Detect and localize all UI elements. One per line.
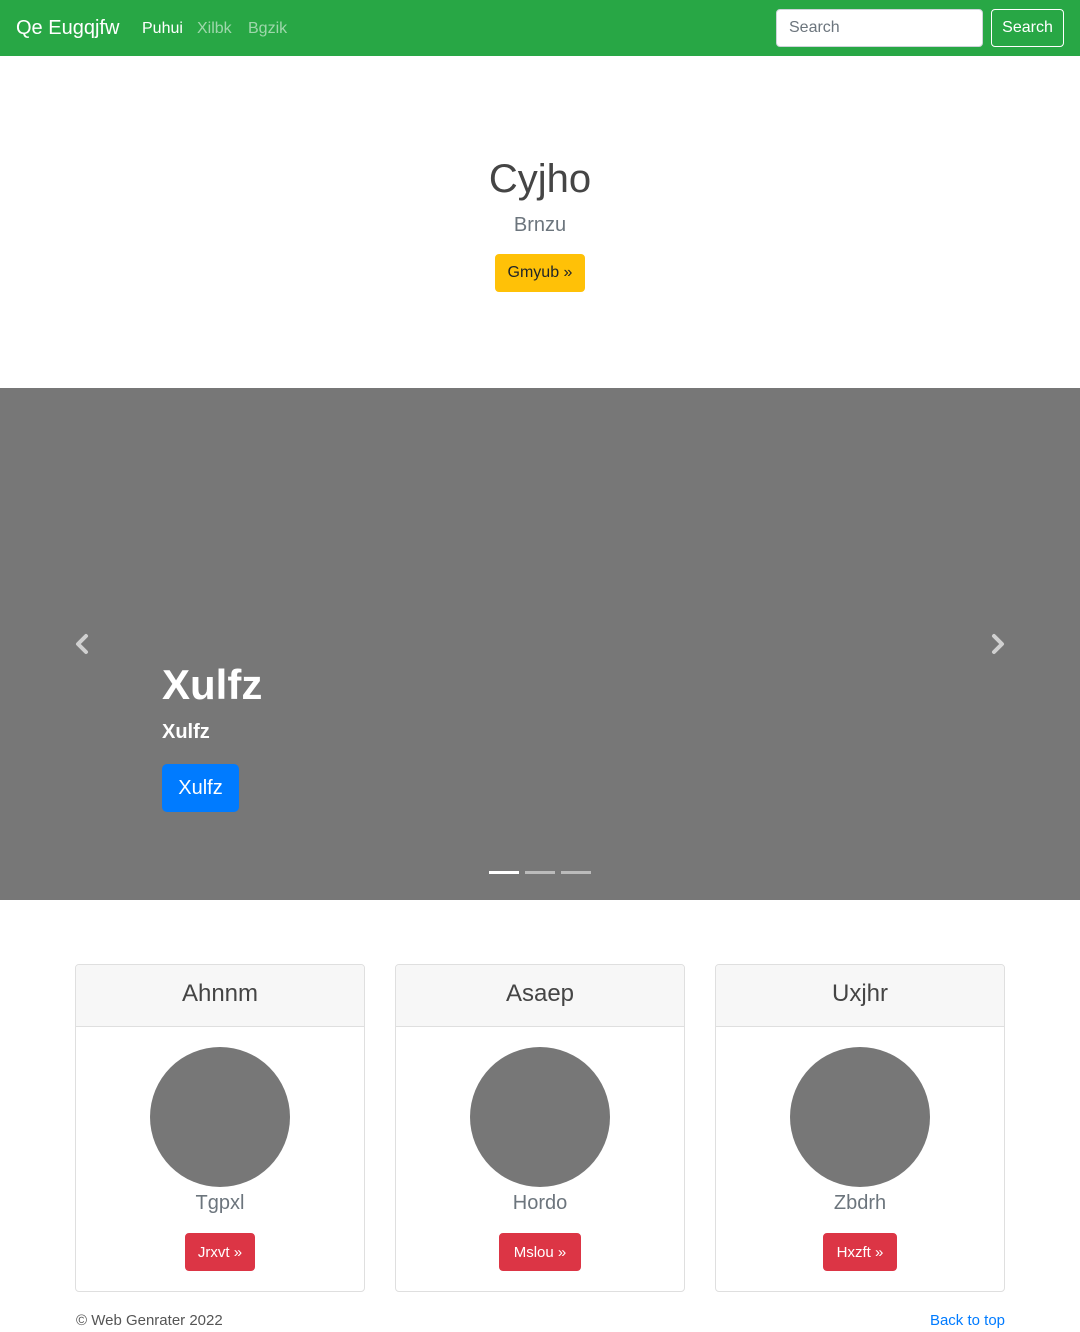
carousel-indicators: [489, 871, 592, 874]
jumbotron-title: Cyjho: [488, 157, 592, 201]
card-image-placeholder: [790, 1047, 930, 1187]
search-button[interactable]: Search: [991, 9, 1064, 47]
card-text: Zbdrh: [833, 1192, 887, 1214]
card-button[interactable]: Hxzft »: [823, 1233, 897, 1271]
chevron-right-icon: [992, 634, 1004, 654]
card-title: Uxjhr: [716, 965, 1004, 1027]
card-text: Tgpxl: [195, 1192, 245, 1214]
back-to-top-link[interactable]: Back to top: [925, 1311, 1005, 1331]
nav-link-xilbk[interactable]: Xilbk: [197, 19, 232, 39]
carousel-slide-title: Xulfz: [162, 661, 263, 708]
carousel-indicator-2[interactable]: [525, 871, 555, 874]
chevron-left-icon: [76, 634, 88, 654]
card-uxjhr: Uxjhr Zbdrh Hxzft »: [715, 964, 1005, 1292]
carousel-slide-subtitle: Xulfz: [162, 721, 210, 743]
card-button[interactable]: Mslou »: [499, 1233, 581, 1271]
carousel-indicator-3[interactable]: [561, 871, 591, 874]
top-navbar: Qe Eugqjfw Puhui Xilbk Bgzik Search: [0, 0, 1080, 56]
card-title: Asaep: [396, 965, 684, 1027]
footer-copyright: © Web Genrater 2022: [76, 1312, 223, 1329]
card-title: Ahnnm: [76, 965, 364, 1027]
carousel: Xulfz Xulfz Xulfz: [0, 388, 1080, 900]
nav-link-puhui[interactable]: Puhui: [142, 19, 183, 39]
carousel-prev-control[interactable]: [70, 628, 94, 660]
nav-link-bgzik[interactable]: Bgzik: [248, 19, 287, 39]
card-button[interactable]: Jrxvt »: [185, 1233, 255, 1271]
card-ahnnm: Ahnnm Tgpxl Jrxvt »: [75, 964, 365, 1292]
card-image-placeholder: [150, 1047, 290, 1187]
search-input[interactable]: [776, 9, 983, 47]
carousel-slide-button[interactable]: Xulfz: [162, 764, 239, 812]
carousel-indicator-1[interactable]: [489, 871, 519, 874]
carousel-next-control[interactable]: [986, 628, 1010, 660]
card-asaep: Asaep Hordo Mslou »: [395, 964, 685, 1292]
brand-link[interactable]: Qe Eugqjfw: [16, 16, 119, 40]
card-image-placeholder: [470, 1047, 610, 1187]
jumbotron-button[interactable]: Gmyub »: [495, 254, 585, 292]
card-text: Hordo: [512, 1192, 568, 1214]
jumbotron-subtitle: Brnzu: [513, 214, 567, 236]
